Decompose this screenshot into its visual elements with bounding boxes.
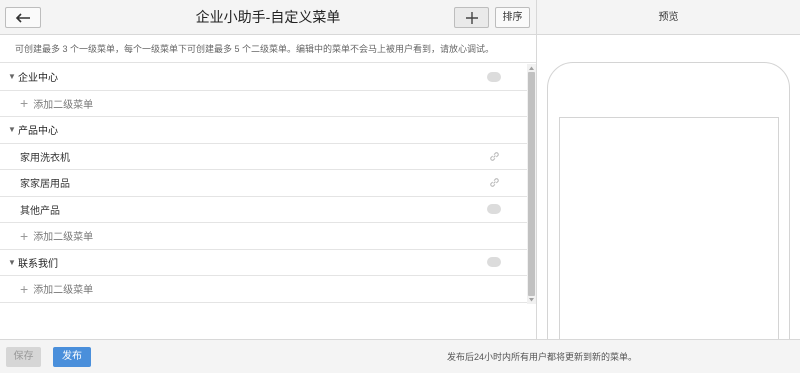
plus-icon: + xyxy=(20,227,29,244)
triangle-down-icon[interactable]: ▼ xyxy=(8,258,18,267)
menu-item-enterprise[interactable]: ▼ 企业中心 xyxy=(0,64,527,91)
menu-item-contact[interactable]: ▼ 联系我们 xyxy=(0,250,527,276)
plus-icon: + xyxy=(20,95,29,112)
notice-text: 可创建最多 3 个一级菜单，每个一级菜单下可创建最多 5 个二级菜单。编辑中的菜… xyxy=(0,35,536,63)
submenu-label: 家用洗衣机 xyxy=(20,152,70,164)
submenu-item[interactable]: 家家居用品 xyxy=(0,170,527,197)
editor-toolbar: 企业小助手-自定义菜单 排序 xyxy=(0,0,536,35)
menu-label: 企业中心 xyxy=(18,73,58,85)
preview-panel: 预览 xyxy=(537,0,800,373)
save-button[interactable]: 保存 xyxy=(6,347,41,367)
add-submenu-label: 添加二级菜单 xyxy=(33,285,94,297)
arrow-left-icon xyxy=(15,12,30,23)
menu-label: 产品中心 xyxy=(18,126,58,138)
triangle-down-icon[interactable]: ▼ xyxy=(8,72,18,81)
scrollbar[interactable] xyxy=(527,64,536,304)
add-submenu-row[interactable]: + 添加二级菜单 xyxy=(0,223,527,250)
triangle-down-icon[interactable]: ▼ xyxy=(8,125,18,134)
toggle-switch[interactable] xyxy=(487,257,501,268)
preview-title: 预览 xyxy=(537,0,800,35)
menu-item-products[interactable]: ▼ 产品中心 xyxy=(0,117,527,144)
scroll-down-icon[interactable] xyxy=(527,296,536,304)
menu-list: ▼ 企业中心 + 添加二级菜单 ▼ 产品中心 家用洗衣机 家家居用品 其他产品 … xyxy=(0,64,527,304)
back-button[interactable] xyxy=(5,7,41,28)
scroll-up-icon[interactable] xyxy=(527,64,536,72)
link-icon[interactable] xyxy=(488,150,501,163)
submenu-label: 其他产品 xyxy=(20,205,60,217)
link-icon[interactable] xyxy=(488,176,501,189)
publish-note: 发布后24小时内所有用户都将更新到新的菜单。 xyxy=(447,352,638,362)
plus-icon xyxy=(465,11,478,24)
add-submenu-label: 添加二级菜单 xyxy=(33,232,94,244)
plus-icon: + xyxy=(20,280,29,297)
sort-button[interactable]: 排序 xyxy=(495,7,530,28)
add-menu-button[interactable] xyxy=(454,7,489,28)
toggle-switch[interactable] xyxy=(487,204,501,215)
add-submenu-label: 添加二级菜单 xyxy=(33,99,94,111)
toggle-switch[interactable] xyxy=(487,71,501,82)
submenu-label: 家家居用品 xyxy=(20,179,70,191)
scrollbar-thumb[interactable] xyxy=(528,72,535,296)
submenu-item[interactable]: 其他产品 xyxy=(0,197,527,223)
submenu-item[interactable]: 家用洗衣机 xyxy=(0,144,527,170)
publish-button[interactable]: 发布 xyxy=(53,347,91,367)
add-submenu-row[interactable]: + 添加二级菜单 xyxy=(0,91,527,117)
menu-label: 联系我们 xyxy=(18,258,58,270)
footer-bar: 保存 发布 发布后24小时内所有用户都将更新到新的菜单。 xyxy=(0,339,800,373)
phone-screen xyxy=(559,117,779,373)
add-submenu-row[interactable]: + 添加二级菜单 xyxy=(0,276,527,303)
